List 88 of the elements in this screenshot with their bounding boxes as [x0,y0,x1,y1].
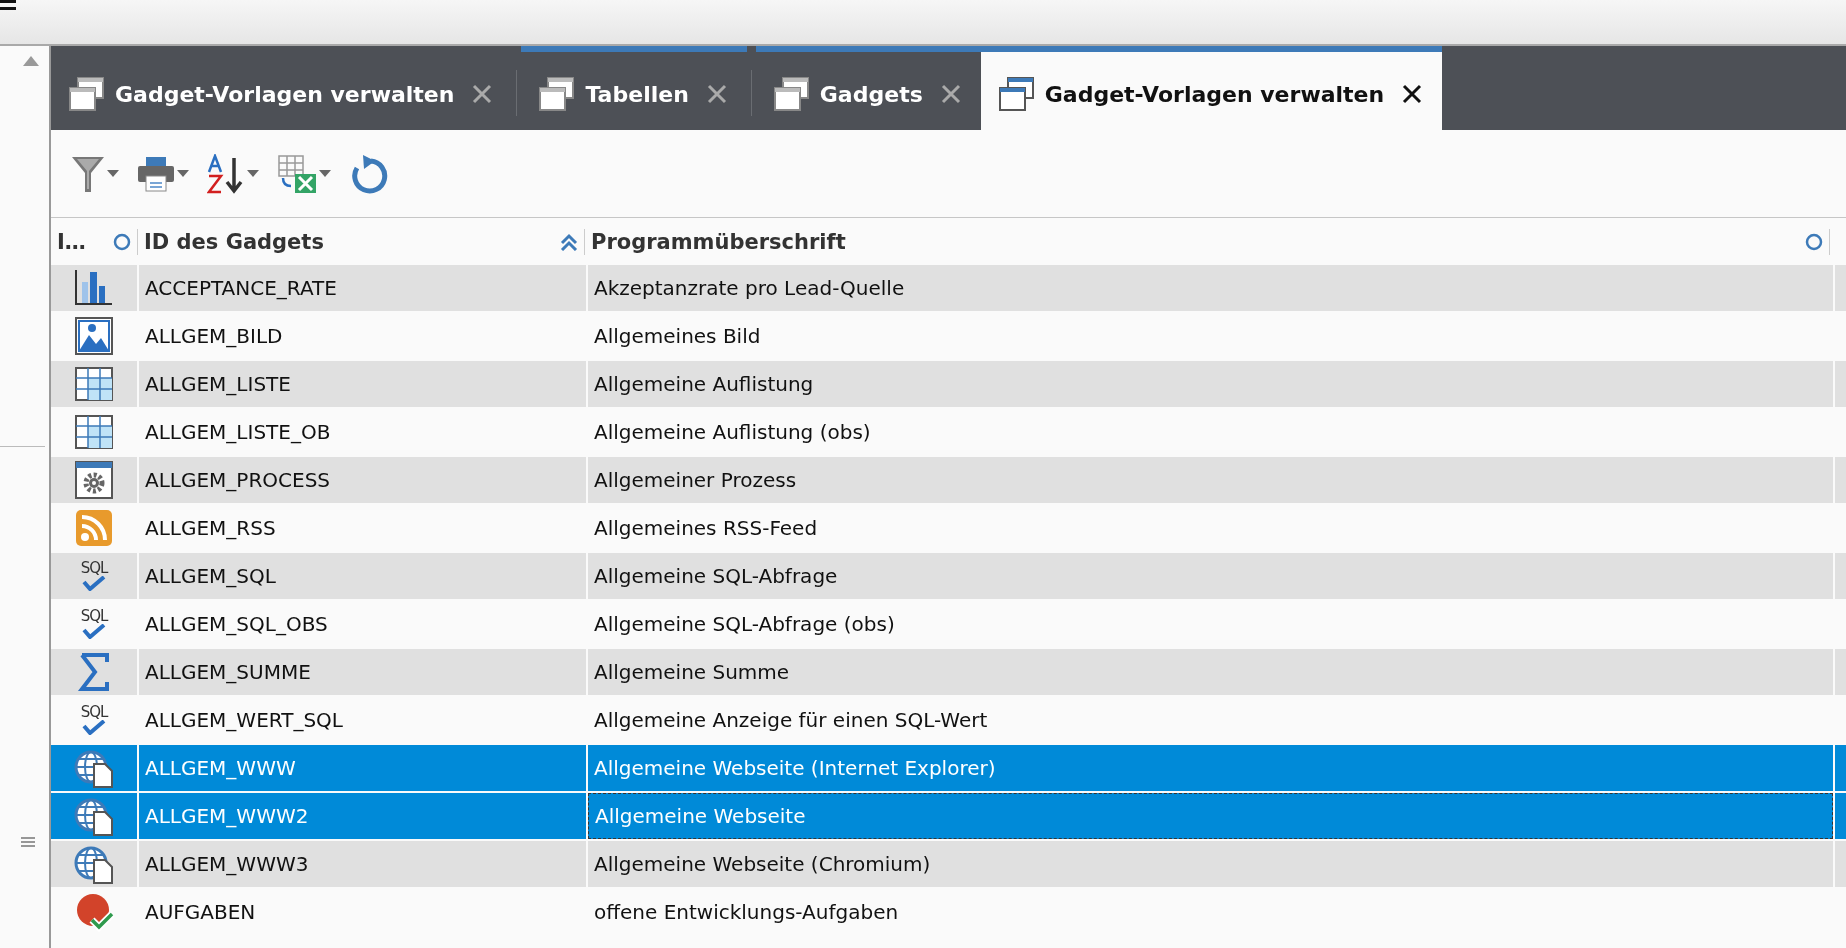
caret-icon [107,170,119,177]
table-row[interactable]: SQL ALLGEM_SQL_OBS Allgemeine SQL-Abfrage (obs) [51,601,1846,649]
table-cell [1835,745,1846,791]
table-cell: Allgemeine Webseite [588,793,1833,839]
table-cell: ALLGEM_WWW2 [139,793,586,839]
caret-icon [319,170,331,177]
table-row[interactable]: ALLGEM_LISTE Allgemeine Auflistung [51,361,1846,409]
table-row[interactable]: AUFGABEN offene Entwicklungs-Aufgaben [51,889,1846,937]
tab-label: Gadgets [819,81,923,107]
rss-icon [74,508,114,548]
table-row[interactable]: SQL ALLGEM_WERT_SQL Allgemeine Anzeige für einen SQL-Wert [51,697,1846,745]
close-icon [472,84,493,104]
scroll-up-icon[interactable] [23,56,39,66]
check-icon [82,720,106,735]
icon-label: SQL [80,609,108,624]
printer-icon [137,155,175,192]
table-row[interactable]: ALLGEM_WWW2 Allgemeine Webseite [51,793,1846,841]
table-cell: Allgemeine Webseite (Internet Explorer) [588,745,1833,791]
table-cell [1835,457,1846,503]
table-cell [1835,553,1846,599]
gear-window-icon [74,460,114,500]
close-icon [1402,84,1423,104]
windows-icon [773,77,810,111]
table-cell: ALLGEM_SUMME [139,649,586,695]
table-cell [1835,265,1846,311]
spreadsheet-export-icon [277,153,317,194]
table-row[interactable]: ALLGEM_WWW3 Allgemeine Webseite (Chromium) [51,841,1846,889]
table-row[interactable]: ALLGEM_SUMME Allgemeine Summe [51,649,1846,697]
table-cell: ACCEPTANCE_RATE [139,265,586,311]
icon-label: SQL [80,705,108,720]
column-header[interactable]: Programmüberschrift [584,228,1829,255]
table-cell [1835,361,1846,407]
table-cell: Allgemeiner Prozess [588,457,1833,503]
sort-button[interactable] [205,151,261,196]
table-cell: ALLGEM_PROCESS [139,457,586,503]
table-cell: Allgemeine Auflistung [588,361,1833,407]
bar-chart-icon [74,268,114,308]
globe-document-icon [74,796,114,836]
table-cell: ALLGEM_WWW3 [139,841,586,887]
table-cell: Allgemeine Webseite (Chromium) [588,841,1833,887]
menu-icon[interactable] [0,0,16,12]
table-row[interactable]: SQL ALLGEM_SQL Allgemeine SQL-Abfrage [51,553,1846,601]
globe-document-icon [74,844,114,884]
table-cell: ALLGEM_WWW [139,745,586,791]
tab-label: Tabellen [585,81,689,107]
table-row[interactable]: ALLGEM_RSS Allgemeines RSS-Feed [51,505,1846,553]
table-cell [1835,649,1846,695]
table-cell: ALLGEM_LISTE [139,361,586,407]
tab[interactable]: Gadget-Vorlagen verwalten [51,46,513,130]
table-cell: Allgemeine SQL-Abfrage [588,553,1833,599]
caret-icon [247,170,259,177]
table-row[interactable]: ACCEPTANCE_RATE Akzeptanzrate pro Lead-Quelle [51,265,1846,313]
table-row[interactable]: ALLGEM_WWW Allgemeine Webseite (Internet Explorer) [51,745,1846,793]
header-label: I… [57,229,86,254]
table-cell: Akzeptanzrate pro Lead-Quelle [588,265,1833,311]
check-icon [82,624,106,639]
table-cell [1835,793,1846,839]
tab[interactable]: Tabellen [521,46,747,130]
close-icon [706,84,727,104]
tab-label: Gadget-Vorlagen verwalten [1044,81,1385,107]
table-cell [1835,841,1846,887]
picture-icon [74,316,114,356]
windows-icon [69,77,105,111]
windows-icon [539,77,576,111]
table-row[interactable]: ALLGEM_BILD Allgemeines Bild [51,313,1846,361]
tab[interactable]: Gadget-Vorlagen verwalten [980,46,1443,130]
table-cell: ALLGEM_SQL [139,553,586,599]
sort-icon [207,153,245,194]
header-label: Programmüberschrift [591,229,846,254]
task-check-icon [74,892,114,932]
column-header[interactable]: ID des Gadgets [137,228,584,255]
column-header[interactable]: I… [51,228,137,255]
check-icon [82,576,106,591]
header-label: ID des Gadgets [144,229,324,254]
globe-document-icon [74,748,114,788]
grip-icon[interactable] [21,837,35,847]
icon-label: SQL [80,561,108,576]
close-icon [940,84,961,104]
table-row[interactable]: ALLGEM_LISTE_OB Allgemeine Auflistung (obs) [51,409,1846,457]
table-row[interactable]: ALLGEM_PROCESS Allgemeiner Prozess [51,457,1846,505]
table-cell: Allgemeine Summe [588,649,1833,695]
table-icon [74,364,114,404]
tab-label: Gadget-Vorlagen verwalten [115,81,455,107]
table-icon [74,412,114,452]
caret-icon [177,170,189,177]
refresh-icon [349,153,389,194]
windows-icon [998,77,1035,111]
filter-icon [71,154,105,193]
